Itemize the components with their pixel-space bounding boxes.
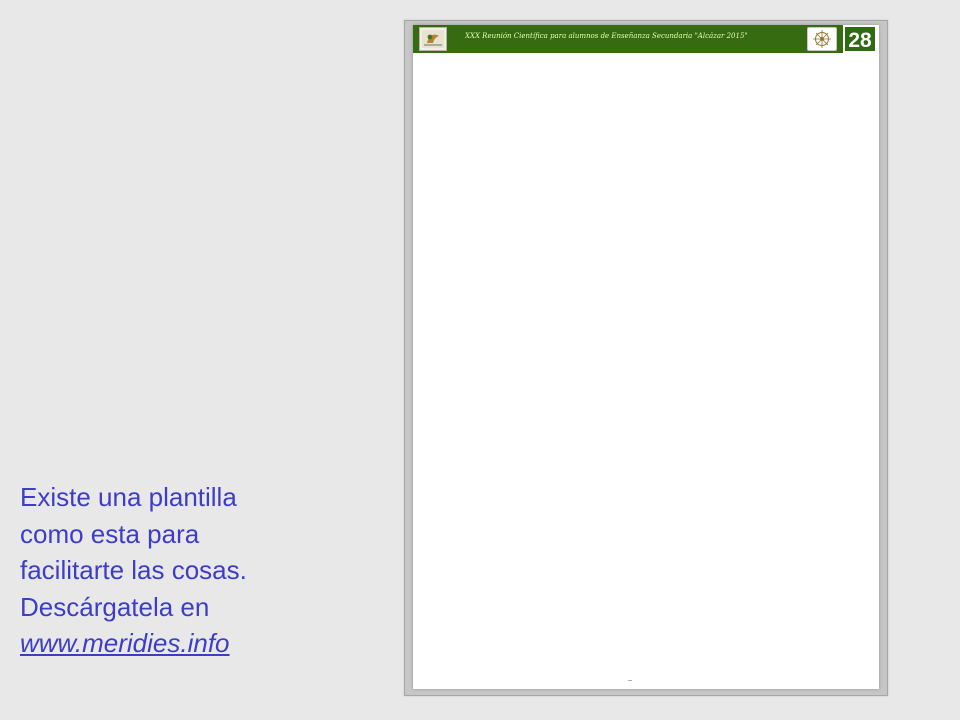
instruction-line-3: facilitarte las cosas. [20,555,247,585]
instruction-line-4: Descárgatela en [20,591,210,622]
school-logo-icon [419,27,447,51]
sun-compass-logo-icon [807,27,837,51]
template-page: XXX Reunión Científica para alumnos de E… [413,25,879,689]
template-preview-frame: XXX Reunión Científica para alumnos de E… [404,20,888,696]
page-number-badge: 28 [843,25,877,53]
instruction-text: Existe una plantilla como esta para faci… [20,479,380,662]
download-link[interactable]: www.meridies.info [20,628,230,658]
page-footer-mark [628,680,632,681]
instruction-line-2: como esta para [20,518,200,549]
template-header: XXX Reunión Científica para alumnos de E… [413,25,843,53]
instruction-line-1: Existe una plantilla [20,482,237,512]
template-header-title: XXX Reunión Científica para alumnos de E… [465,32,748,40]
